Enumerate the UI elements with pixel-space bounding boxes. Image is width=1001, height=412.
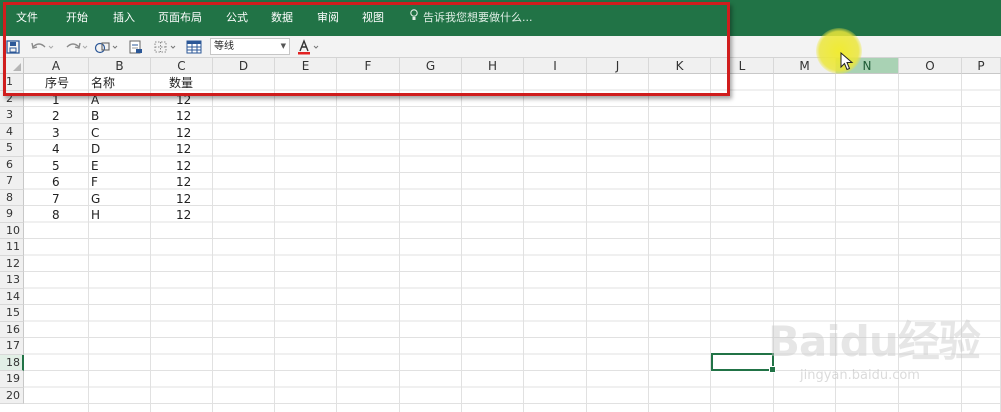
row-header-4[interactable]: 4 [0, 123, 24, 140]
cell-c5[interactable]: 12 [176, 141, 191, 157]
row-header-8[interactable]: 8 [0, 189, 24, 206]
row-header-17[interactable]: 17 [0, 338, 24, 355]
row-header-3[interactable]: 3 [0, 107, 24, 124]
watermark: Baidu经验 jingyan.baidu.com [760, 304, 1000, 394]
cell-a4[interactable]: 3 [52, 125, 60, 141]
row-header-10[interactable]: 10 [0, 222, 24, 239]
row-header-11[interactable]: 11 [0, 239, 24, 256]
cell-a9[interactable]: 8 [52, 207, 60, 223]
cell-b9[interactable]: H [91, 207, 100, 223]
cell-a3[interactable]: 2 [52, 108, 60, 124]
annotation-red-box [3, 2, 730, 96]
row-header-14[interactable]: 14 [0, 288, 24, 305]
grid-vline [648, 74, 649, 412]
column-header-p[interactable]: P [962, 58, 1001, 74]
row-header-7[interactable]: 7 [0, 173, 24, 190]
row-header-13[interactable]: 13 [0, 272, 24, 289]
cell-c8[interactable]: 12 [176, 191, 191, 207]
cell-b5[interactable]: D [91, 141, 100, 157]
row-header-6[interactable]: 6 [0, 156, 24, 173]
cell-c6[interactable]: 12 [176, 158, 191, 174]
row-header-19[interactable]: 19 [0, 371, 24, 388]
cell-a6[interactable]: 5 [52, 158, 60, 174]
column-header-o[interactable]: O [899, 58, 962, 74]
grid-vline [212, 74, 213, 412]
cell-a8[interactable]: 7 [52, 191, 60, 207]
row-header-18[interactable]: 18 [0, 354, 24, 371]
grid-vline [150, 74, 151, 412]
cell-a7[interactable]: 6 [52, 174, 60, 190]
grid-vline [461, 74, 462, 412]
cell-c4[interactable]: 12 [176, 125, 191, 141]
watermark-url: jingyan.baidu.com [800, 368, 920, 383]
cell-c9[interactable]: 12 [176, 207, 191, 223]
cell-b6[interactable]: E [91, 158, 99, 174]
cursor-highlight [816, 28, 862, 74]
cell-b3[interactable]: B [91, 108, 99, 124]
grid-vline [399, 74, 400, 412]
cell-b8[interactable]: G [91, 191, 100, 207]
row-header-9[interactable]: 9 [0, 206, 24, 223]
cell-c7[interactable]: 12 [176, 174, 191, 190]
row-header-12[interactable]: 12 [0, 255, 24, 272]
grid-vline [88, 74, 89, 412]
grid-vline [274, 74, 275, 412]
cell-b7[interactable]: F [91, 174, 98, 190]
row-header-15[interactable]: 15 [0, 305, 24, 322]
watermark-logo: Baidu经验 [768, 317, 981, 366]
row-header-20[interactable]: 20 [0, 387, 24, 404]
cell-c3[interactable]: 12 [176, 108, 191, 124]
mouse-pointer-icon [840, 52, 854, 71]
cell-b4[interactable]: C [91, 125, 99, 141]
row-header-5[interactable]: 5 [0, 140, 24, 157]
grid-vline [523, 74, 524, 412]
cell-a5[interactable]: 4 [52, 141, 60, 157]
grid-vline [586, 74, 587, 412]
row-header-16[interactable]: 16 [0, 321, 24, 338]
grid-vline [336, 74, 337, 412]
